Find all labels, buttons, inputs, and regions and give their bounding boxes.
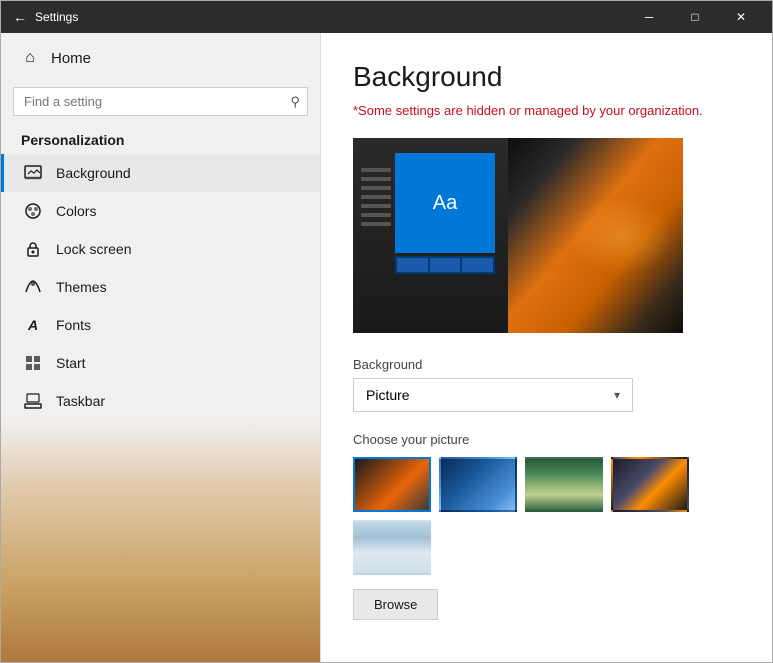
preview-bottom-block	[462, 258, 493, 272]
sidebar-item-taskbar-label: Taskbar	[56, 393, 105, 409]
sidebar-item-start-label: Start	[56, 355, 86, 371]
search-icon: ⚲	[290, 94, 300, 110]
settings-window: ← Settings ─ □ ✕ ⌂ Home ⚲ Personalizatio…	[0, 0, 773, 663]
sidebar-item-background-label: Background	[56, 165, 131, 181]
titlebar: ← Settings ─ □ ✕	[1, 1, 772, 33]
sidebar-item-fonts-label: Fonts	[56, 317, 91, 333]
preview-window-mock: Aa	[395, 153, 495, 253]
sidebar-gradient	[1, 420, 320, 662]
close-button[interactable]: ✕	[718, 1, 764, 33]
sidebar-item-background[interactable]: Background	[1, 154, 320, 192]
sidebar-item-start[interactable]: Start	[1, 344, 320, 382]
preview-car-highlight	[569, 197, 674, 275]
background-preview: Aa	[353, 138, 683, 333]
sidebar-search-container: ⚲	[13, 87, 308, 116]
start-icon	[24, 354, 42, 372]
preview-line	[361, 177, 391, 181]
picture-thumb-3[interactable]	[525, 457, 603, 512]
page-title: Background	[353, 61, 740, 93]
themes-icon	[24, 278, 42, 296]
search-input[interactable]	[13, 87, 308, 116]
picture-thumb-4[interactable]	[611, 457, 689, 512]
sidebar-item-colors-label: Colors	[56, 203, 96, 219]
sidebar-item-taskbar[interactable]: Taskbar	[1, 382, 320, 420]
background-form-group: Background Picture ▾	[353, 357, 740, 412]
preview-window-bottom	[395, 256, 495, 274]
colors-icon	[24, 202, 42, 220]
background-dropdown[interactable]: Picture ▾	[353, 378, 633, 412]
back-button[interactable]: ←	[13, 9, 27, 25]
sidebar-item-themes-label: Themes	[56, 279, 107, 295]
main-content: Background *Some settings are hidden or …	[321, 33, 772, 662]
chevron-down-icon: ▾	[614, 388, 620, 402]
taskbar-icon	[24, 392, 42, 410]
maximize-button[interactable]: □	[672, 1, 718, 33]
choose-picture-label: Choose your picture	[353, 432, 740, 447]
picture-grid	[353, 457, 740, 575]
background-dropdown-label: Background	[353, 357, 740, 372]
titlebar-left: ← Settings	[13, 9, 78, 25]
sidebar-section-title: Personalization	[1, 124, 320, 154]
picture-thumb-5[interactable]	[353, 520, 431, 575]
sidebar-item-home[interactable]: ⌂ Home	[1, 33, 320, 83]
home-icon: ⌂	[21, 49, 39, 67]
preview-line	[361, 195, 391, 199]
sidebar-item-themes[interactable]: Themes	[1, 268, 320, 306]
sidebar-item-lock-screen-label: Lock screen	[56, 241, 131, 257]
org-warning: *Some settings are hidden or managed by …	[353, 103, 740, 118]
picture-thumb-2[interactable]	[439, 457, 517, 512]
browse-button[interactable]: Browse	[353, 589, 438, 620]
sidebar-item-lock-screen[interactable]: Lock screen	[1, 230, 320, 268]
preview-line	[361, 186, 391, 190]
sidebar-item-colors[interactable]: Colors	[1, 192, 320, 230]
sidebar-home-label: Home	[51, 50, 91, 67]
preview-line	[361, 168, 391, 172]
preview-line	[361, 204, 391, 208]
preview-left: Aa	[353, 138, 508, 333]
fonts-icon: A	[24, 316, 42, 334]
titlebar-controls: ─ □ ✕	[626, 1, 764, 33]
lock-screen-icon	[24, 240, 42, 258]
preview-lines	[361, 168, 391, 226]
dropdown-value: Picture	[366, 387, 410, 403]
sidebar: ⌂ Home ⚲ Personalization Backg	[1, 33, 321, 662]
choose-picture-group: Choose your picture Browse	[353, 432, 740, 620]
titlebar-title: Settings	[35, 10, 78, 24]
preview-right	[508, 138, 683, 333]
preview-bottom-block	[397, 258, 428, 272]
picture-thumb-1[interactable]	[353, 457, 431, 512]
background-icon	[24, 164, 42, 182]
preview-line	[361, 222, 391, 226]
preview-line	[361, 213, 391, 217]
content-area: ⌂ Home ⚲ Personalization Backg	[1, 33, 772, 662]
sidebar-item-fonts[interactable]: A Fonts	[1, 306, 320, 344]
preview-bottom-block	[430, 258, 461, 272]
minimize-button[interactable]: ─	[626, 1, 672, 33]
